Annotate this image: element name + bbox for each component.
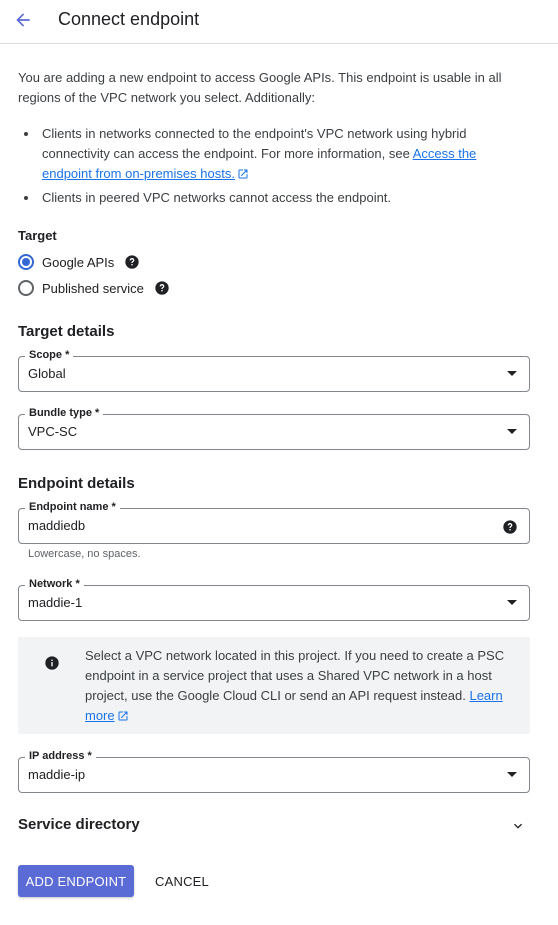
cancel-button[interactable]: CANCEL bbox=[150, 865, 214, 897]
field-label: Network * bbox=[25, 577, 84, 591]
endpoint-name-hint: Lowercase, no spaces. bbox=[28, 548, 141, 560]
chevron-down-icon bbox=[510, 818, 526, 839]
field-label: Scope * bbox=[25, 348, 74, 362]
field-value: maddie-1 bbox=[28, 595, 83, 610]
endpoint-name-input[interactable]: Endpoint name * maddiedb bbox=[18, 500, 530, 544]
back-button[interactable] bbox=[11, 8, 35, 32]
bullet-text: Clients in peered VPC networks cannot ac… bbox=[42, 190, 392, 205]
target-details-title: Target details bbox=[18, 323, 115, 340]
page-title: Connect endpoint bbox=[58, 9, 200, 29]
field-value: Global bbox=[28, 366, 66, 381]
field-value: maddie-ip bbox=[28, 767, 86, 782]
intro-text: You are adding a new endpoint to access … bbox=[18, 70, 502, 105]
ip-address-select[interactable]: IP address * maddie-ip bbox=[18, 749, 530, 793]
radio-label: Google APIs bbox=[42, 254, 115, 270]
field-label: Bundle type * bbox=[25, 406, 104, 420]
field-label: IP address * bbox=[25, 749, 96, 763]
open-in-new-icon bbox=[238, 169, 248, 179]
arrow-back-icon bbox=[16, 13, 30, 27]
info-message: Select a VPC network located in this pro… bbox=[85, 648, 505, 703]
radio-published-service[interactable]: Published service bbox=[18, 278, 170, 298]
bullet-text: Clients in networks connected to the end… bbox=[42, 126, 467, 161]
list-item: Clients in networks connected to the end… bbox=[18, 124, 518, 184]
network-select[interactable]: Network * maddie-1 bbox=[18, 577, 530, 621]
help-icon[interactable] bbox=[502, 519, 518, 540]
dropdown-arrow-icon bbox=[507, 371, 517, 376]
service-directory-label: Service directory bbox=[18, 816, 140, 833]
target-label: Target bbox=[18, 228, 57, 243]
endpoint-details-title: Endpoint details bbox=[18, 475, 135, 492]
add-endpoint-button[interactable]: ADD ENDPOINT bbox=[18, 865, 134, 897]
service-directory-toggle[interactable]: Service directory bbox=[18, 816, 530, 836]
field-label: Endpoint name * bbox=[25, 500, 120, 514]
radio-button[interactable] bbox=[18, 254, 34, 270]
dropdown-arrow-icon bbox=[507, 772, 517, 777]
open-in-new-icon bbox=[118, 711, 128, 721]
info-icon bbox=[44, 655, 60, 676]
radio-label: Published service bbox=[42, 280, 144, 296]
intro-bullets: Clients in networks connected to the end… bbox=[18, 124, 518, 212]
info-text: Select a VPC network located in this pro… bbox=[85, 646, 505, 726]
help-icon[interactable] bbox=[154, 280, 170, 296]
field-value[interactable]: maddiedb bbox=[28, 518, 85, 533]
bundle-type-select[interactable]: Bundle type * VPC-SC bbox=[18, 406, 530, 450]
radio-google-apis[interactable]: Google APIs bbox=[18, 252, 140, 272]
dropdown-arrow-icon bbox=[507, 429, 517, 434]
scope-select[interactable]: Scope * Global bbox=[18, 348, 530, 392]
network-info-box: Select a VPC network located in this pro… bbox=[18, 637, 530, 734]
list-item: Clients in peered VPC networks cannot ac… bbox=[18, 188, 518, 208]
radio-button[interactable] bbox=[18, 280, 34, 296]
field-value: VPC-SC bbox=[28, 424, 78, 439]
help-icon[interactable] bbox=[124, 254, 140, 270]
page-header: Connect endpoint bbox=[0, 0, 558, 44]
dropdown-arrow-icon bbox=[507, 600, 517, 605]
